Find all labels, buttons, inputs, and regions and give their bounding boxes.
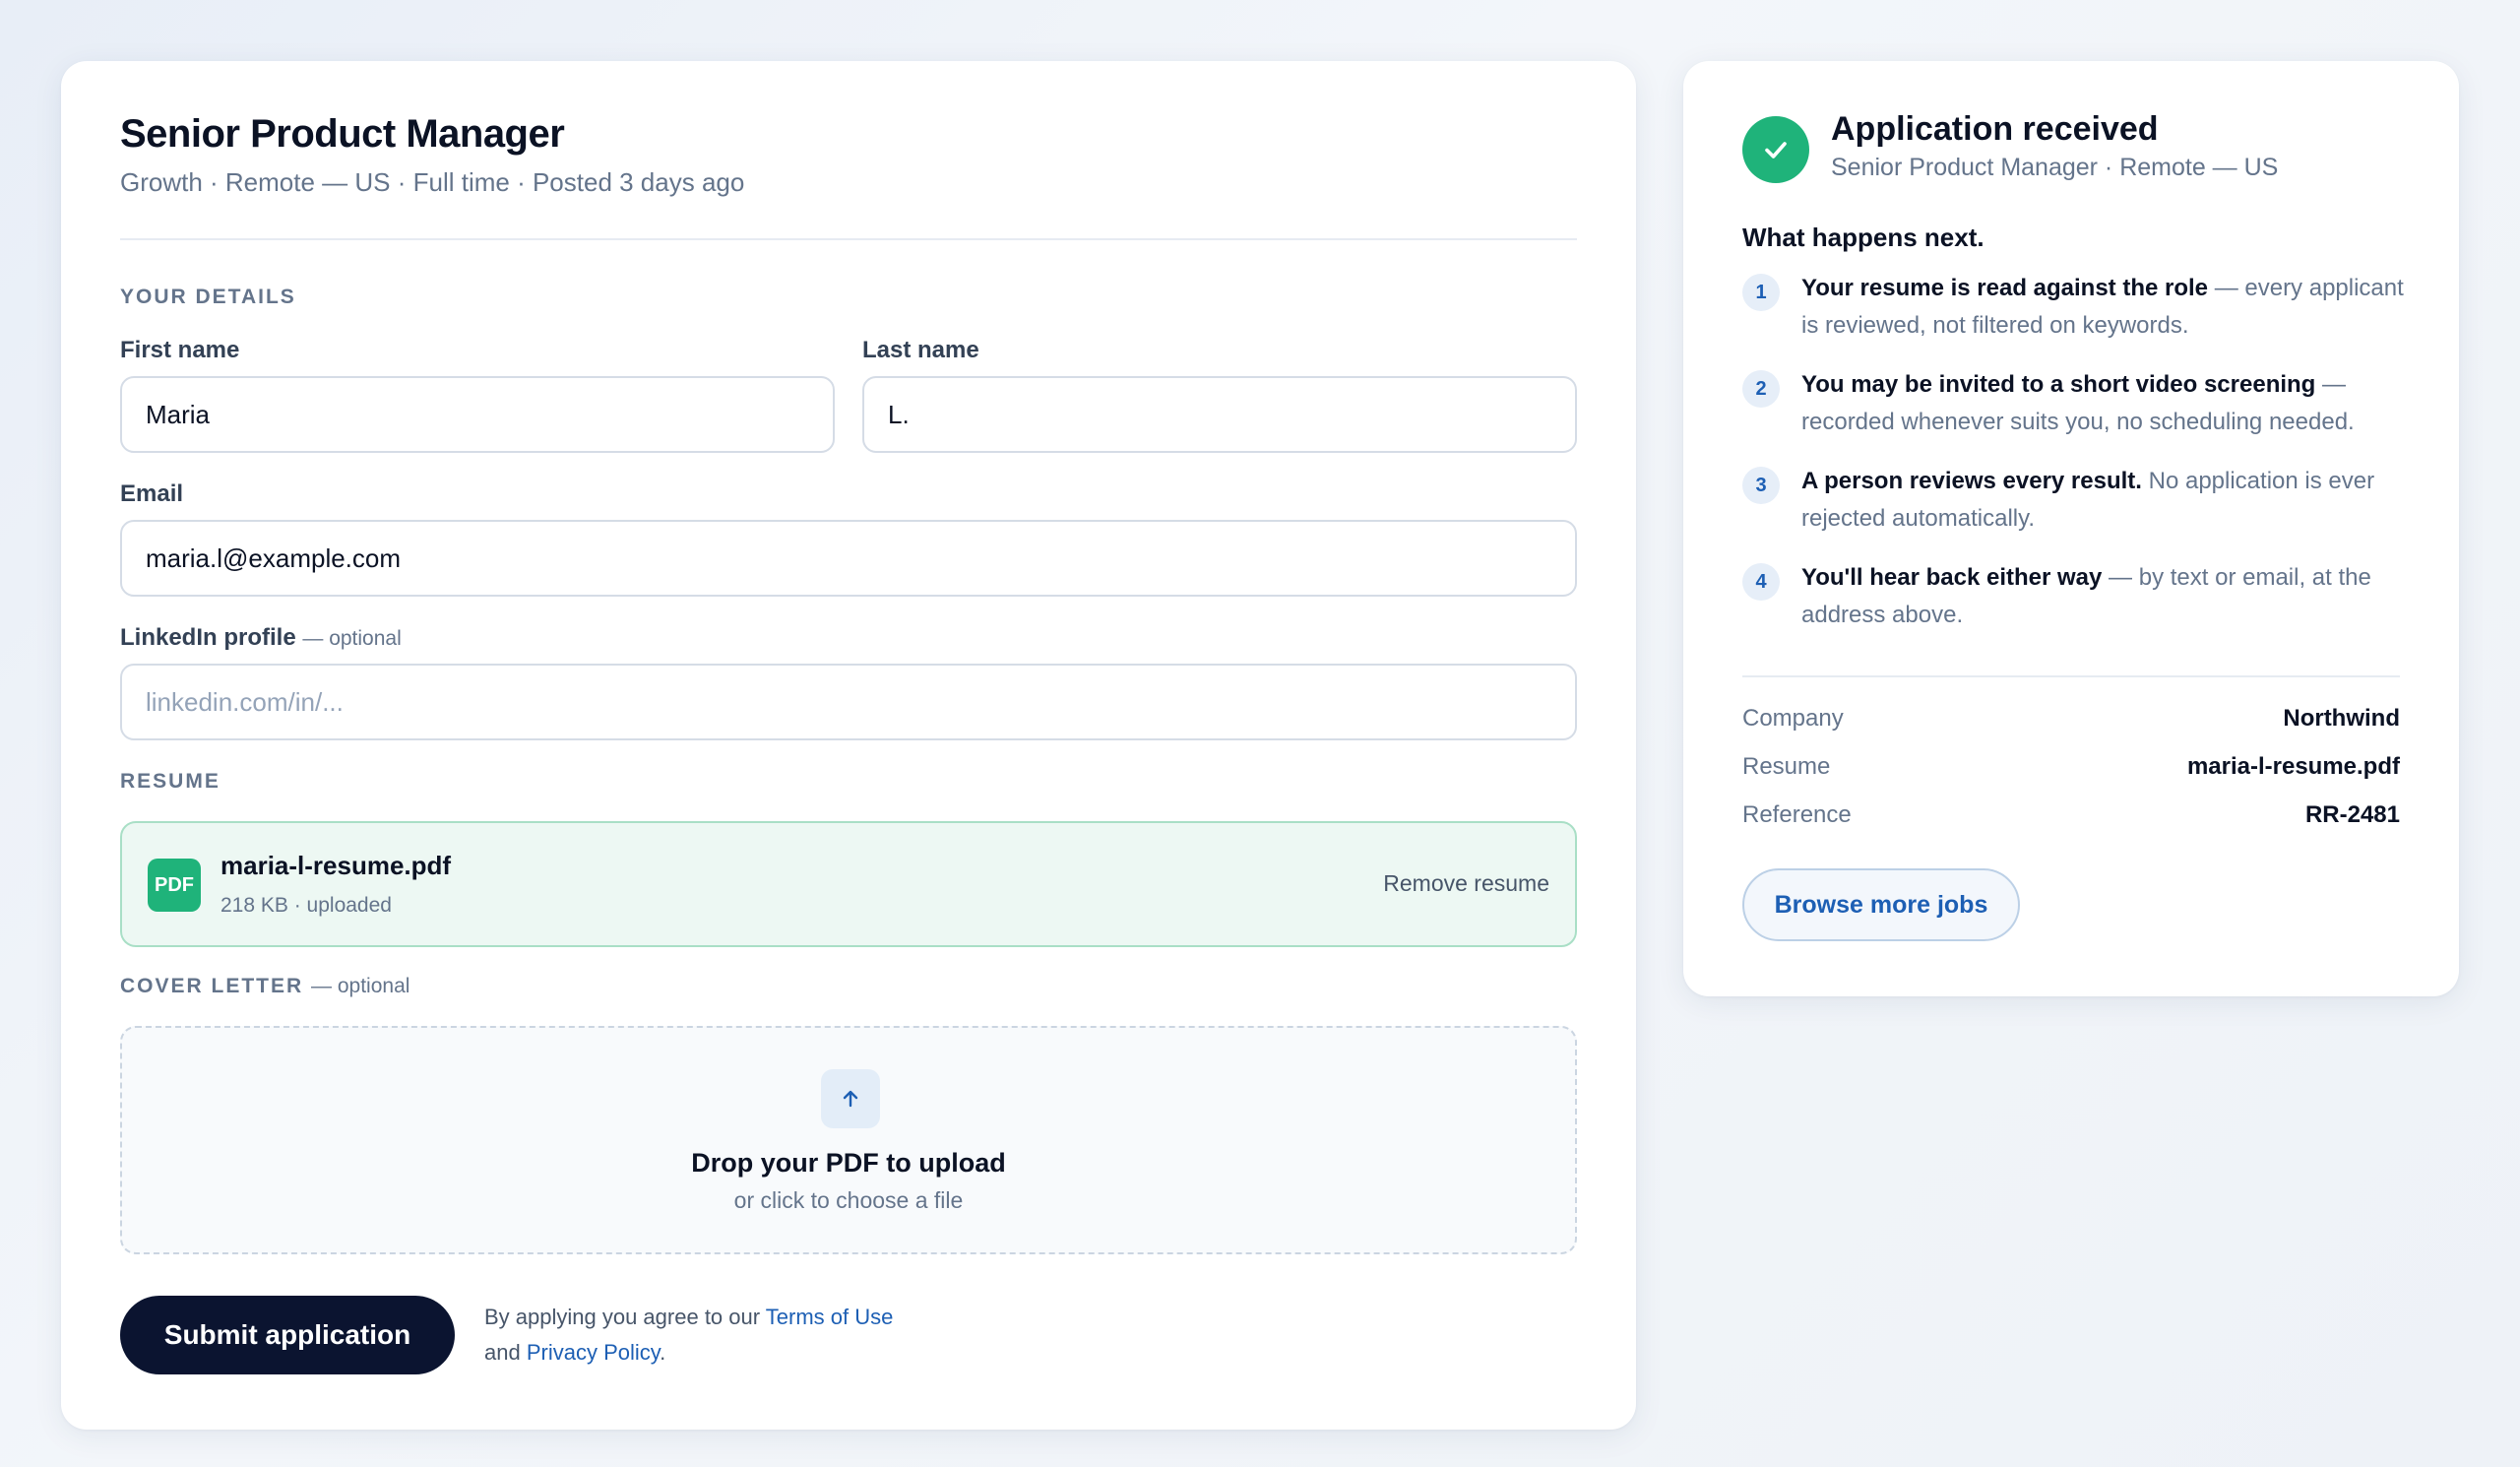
arrow-up-icon — [821, 1069, 880, 1128]
summary-key: Resume — [1742, 753, 1831, 780]
summary-divider — [1742, 675, 2400, 677]
first-name-label: First name — [120, 337, 240, 363]
status-subtitle: Senior Product Manager · Remote — US — [1831, 154, 2279, 181]
terms-middle: and — [484, 1340, 527, 1365]
summary-value: RR-2481 — [2304, 801, 2400, 828]
uploaded-resume: PDF maria-l-resume.pdf 218 KB · uploaded… — [120, 821, 1577, 947]
header-divider — [120, 238, 1577, 240]
resume-file-meta: 218 KB · uploaded — [220, 894, 392, 917]
step-text: You'll hear back either way — by text or… — [1801, 559, 2422, 634]
privacy-policy-link[interactable]: Privacy Policy — [527, 1340, 660, 1365]
summary-key: Reference — [1742, 801, 1852, 828]
step-title: A person reviews every result. — [1801, 468, 2142, 494]
status-title: Application received — [1831, 110, 2159, 148]
step-number-badge: 2 — [1742, 370, 1780, 408]
terms-suffix: . — [660, 1340, 666, 1365]
email-input[interactable] — [120, 520, 1577, 597]
summary-row-reference: Reference RR-2481 — [1742, 801, 2400, 841]
linkedin-label: LinkedIn profile — optional — [120, 624, 402, 652]
application-form-card: Senior Product Manager Growth · Remote —… — [61, 61, 1636, 1430]
step-text: Your resume is read against the role — e… — [1801, 270, 2422, 345]
linkedin-optional-tag: — optional — [302, 627, 402, 650]
drop-zone-title: Drop your PDF to upload — [691, 1148, 1006, 1178]
job-title: Senior Product Manager — [120, 112, 565, 156]
step-title: You'll hear back either way — [1801, 564, 2103, 591]
drop-zone-subtitle: or click to choose a file — [733, 1187, 964, 1213]
step-number-badge: 1 — [1742, 274, 1780, 311]
cover-letter-drop-zone[interactable]: Drop your PDF to upload or click to choo… — [120, 1026, 1577, 1254]
terms-prefix: By applying you agree to our — [484, 1305, 766, 1329]
summary-key: Company — [1742, 705, 1844, 732]
resume-section-label: RESUME — [120, 770, 220, 793]
pdf-file-icon: PDF — [148, 859, 201, 912]
summary-value: maria-l-resume.pdf — [2186, 753, 2400, 780]
last-name-label: Last name — [862, 337, 979, 363]
details-section-label: YOUR DETAILS — [120, 286, 296, 308]
step-number-badge: 3 — [1742, 467, 1780, 504]
summary-row-company: Company Northwind — [1742, 705, 2400, 744]
summary-value: Northwind — [2283, 705, 2400, 732]
summary-row-resume: Resume maria-l-resume.pdf — [1742, 753, 2400, 793]
linkedin-input[interactable] — [120, 664, 1577, 740]
application-status-card: Application received Senior Product Mana… — [1683, 61, 2459, 996]
job-meta: Growth · Remote — US · Full time · Poste… — [120, 167, 745, 197]
terms-of-use-link[interactable]: Terms of Use — [766, 1305, 894, 1329]
cover-letter-label-text: COVER LETTER — [120, 975, 304, 997]
step-text: You may be invited to a short video scre… — [1801, 366, 2422, 441]
step-number-badge: 4 — [1742, 563, 1780, 601]
email-label: Email — [120, 480, 184, 507]
step-text: A person reviews every result. No applic… — [1801, 463, 2422, 538]
remove-resume-button[interactable]: Remove resume — [1383, 870, 1549, 897]
browse-more-jobs-button[interactable]: Browse more jobs — [1742, 868, 2020, 941]
terms-notice: By applying you agree to our Terms of Us… — [484, 1300, 996, 1371]
next-steps-heading: What happens next. — [1742, 223, 1984, 252]
step-title: You may be invited to a short video scre… — [1801, 371, 2316, 398]
resume-file-name: maria-l-resume.pdf — [220, 851, 452, 880]
step-title: Your resume is read against the role — [1801, 275, 2209, 301]
submit-application-button[interactable]: Submit application — [120, 1296, 455, 1374]
cover-letter-section-label: COVER LETTER — optional — [120, 975, 410, 998]
check-icon — [1742, 116, 1809, 183]
linkedin-label-text: LinkedIn profile — [120, 624, 296, 651]
cover-letter-optional-tag: — optional — [311, 975, 410, 997]
last-name-input[interactable] — [862, 376, 1577, 453]
first-name-input[interactable] — [120, 376, 835, 453]
